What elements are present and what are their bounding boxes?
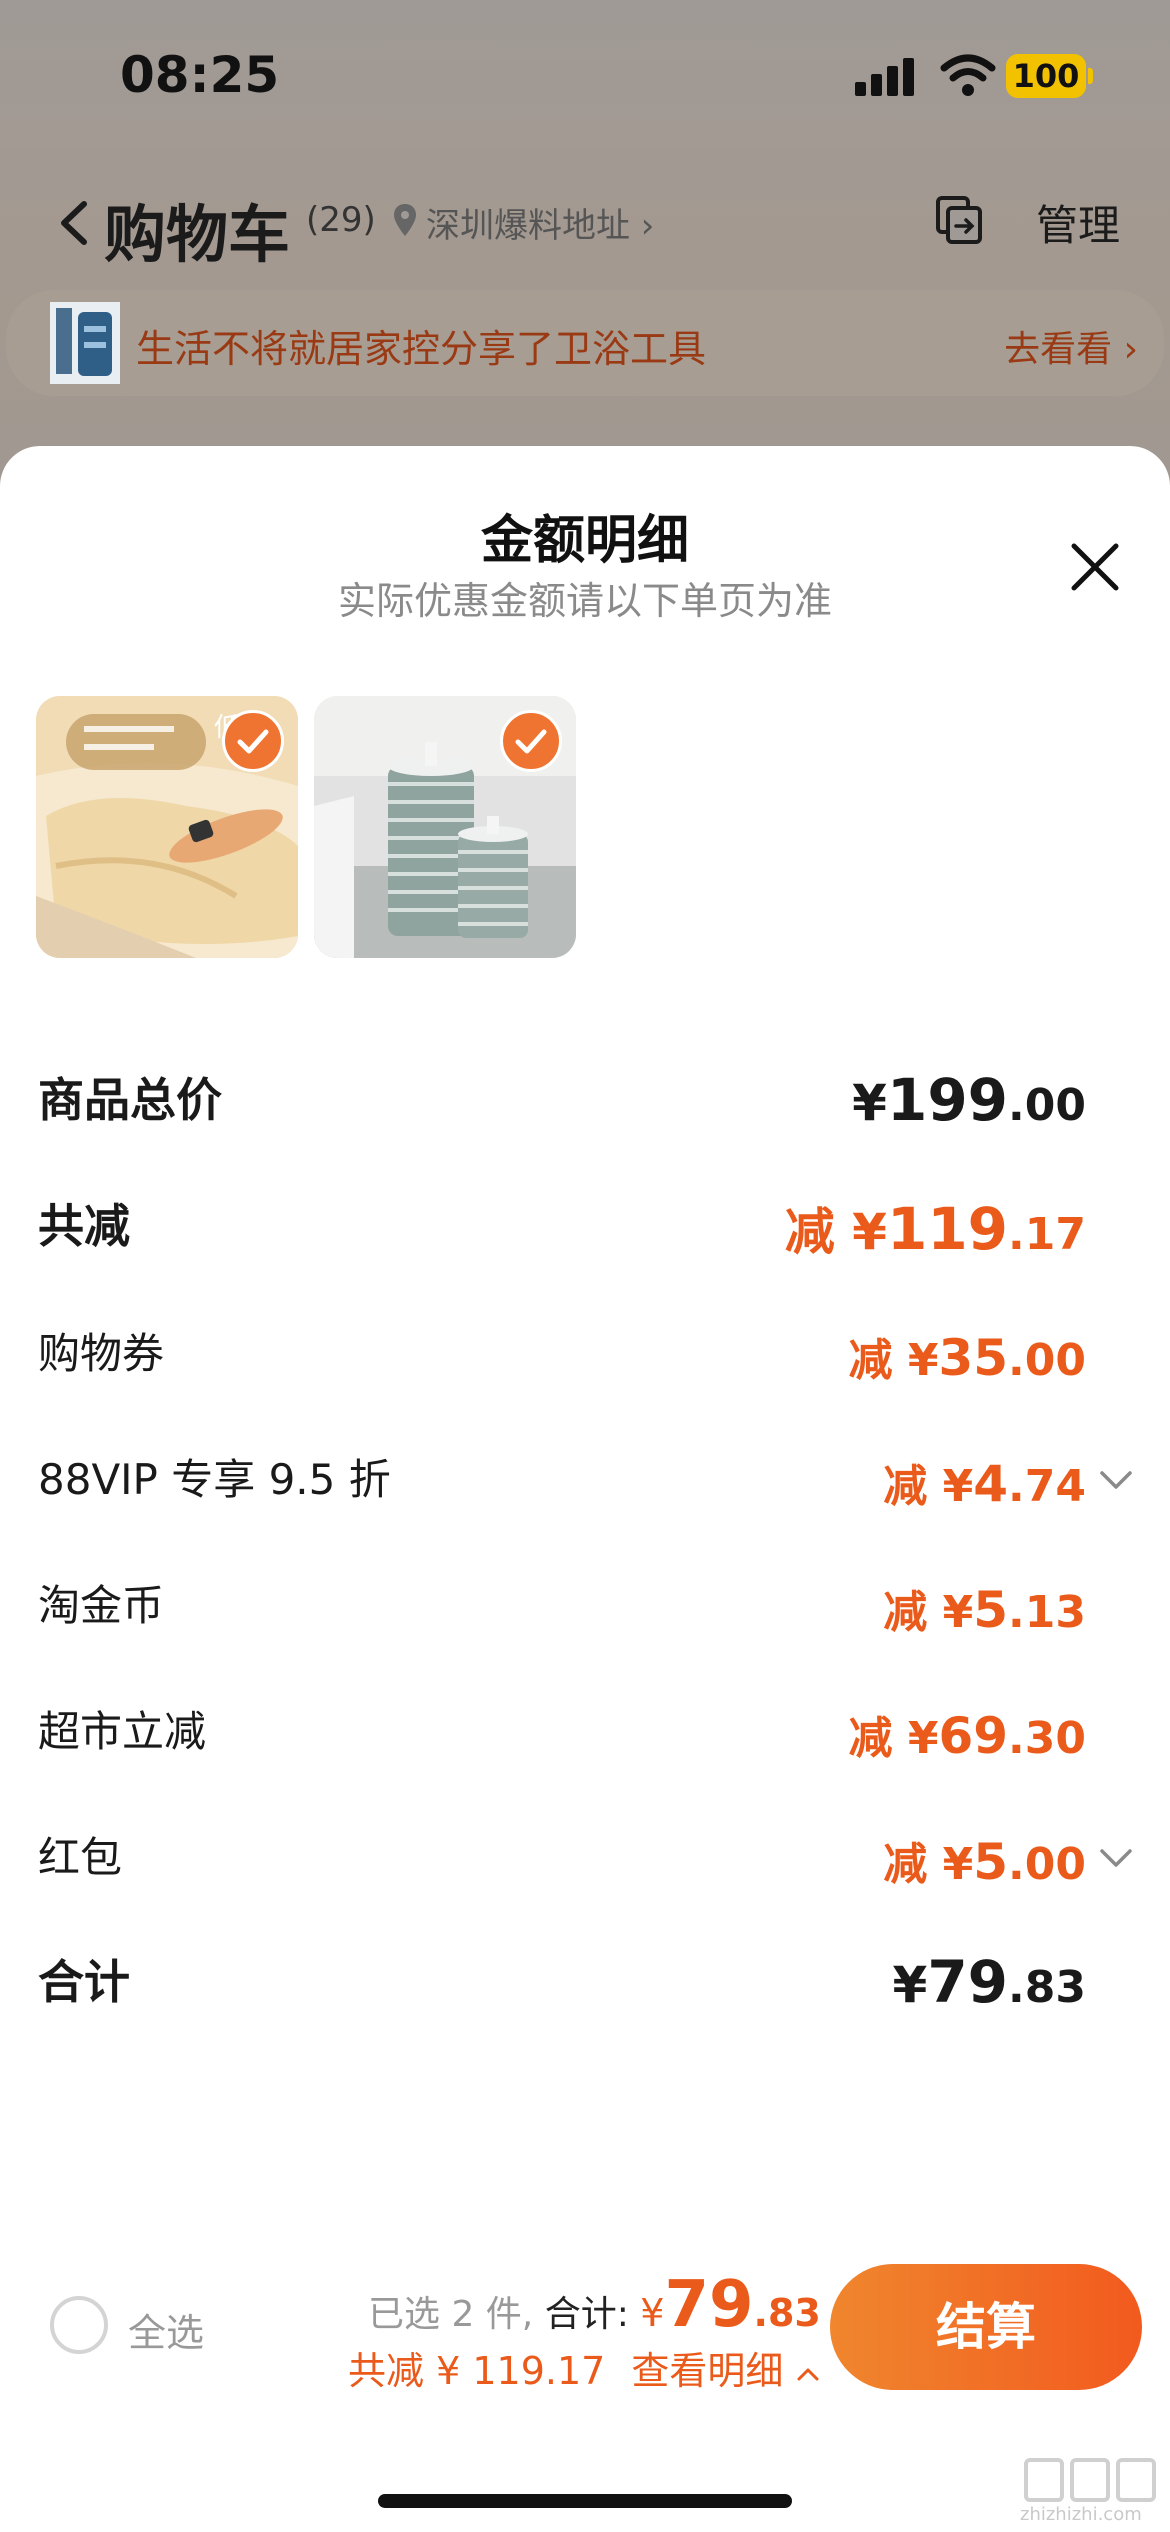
selected-count: 已选 2 件,	[368, 2294, 534, 2335]
row-label: 88VIP 专享 9.5 折	[38, 1455, 391, 1504]
banner-product-image	[50, 302, 120, 384]
sheet-subtitle: 实际优惠金额请以下单页为准	[337, 579, 832, 623]
share-banner[interactable]: 生活不将就居家控分享了卫浴工具 去看看 ›	[6, 290, 1164, 396]
back-icon[interactable]	[56, 198, 92, 248]
manage-button[interactable]: 管理	[1036, 192, 1120, 253]
row-value: ¥79.83	[892, 1948, 1086, 2016]
discount-text: 共减 ¥ 119.17	[348, 2349, 606, 2393]
select-all-radio[interactable]	[50, 2296, 108, 2354]
wifi-icon	[940, 54, 996, 96]
chevron-down-icon[interactable]	[1098, 1468, 1134, 1492]
home-indicator	[378, 2494, 792, 2508]
cart-count: (29)	[306, 200, 376, 240]
copy-cart-icon[interactable]	[934, 194, 986, 246]
total-amount-decimal: .83	[753, 2291, 821, 2335]
selected-check-icon[interactable]	[222, 710, 284, 772]
banner-go-link[interactable]: 去看看 ›	[1004, 320, 1138, 372]
row-label: 商品总价	[38, 1073, 222, 1127]
battery-icon: 100	[1006, 54, 1093, 98]
row-label: 共减	[38, 1199, 130, 1253]
status-bar: 08:25 100	[0, 0, 1170, 150]
checkout-button[interactable]: 结算	[830, 2264, 1142, 2390]
row-label: 合计	[38, 1955, 130, 2009]
total-label: 合计:	[544, 2294, 629, 2335]
amount-detail-sheet: 金额明细 实际优惠金额请以下单页为准 低	[0, 446, 1170, 2532]
row-value: 减 ¥5.00	[883, 1833, 1086, 1891]
sheet-title: 金额明细	[480, 511, 689, 571]
row-label: 淘金币	[38, 1581, 165, 1630]
chevron-up-icon[interactable]	[796, 2366, 820, 2382]
selection-summary: 已选 2 件, 合计: ¥79.83	[368, 2268, 821, 2342]
total-currency: ¥	[640, 2291, 665, 2335]
status-time: 08:25	[120, 46, 280, 104]
row-label: 红包	[38, 1833, 123, 1882]
address-link[interactable]: 深圳爆料地址 ›	[426, 198, 654, 247]
row-value: 减 ¥5.13	[883, 1581, 1086, 1639]
row-value: 减 ¥119.17	[784, 1195, 1086, 1263]
chevron-down-icon[interactable]	[1098, 1846, 1134, 1870]
watermark-text: zhizhizhi.com	[1020, 2504, 1142, 2525]
product-thumbnail-mop-refills[interactable]	[314, 696, 576, 958]
total-amount: 79	[664, 2268, 754, 2342]
page-title: 购物车	[104, 198, 291, 271]
row-label: 超市立减	[38, 1707, 207, 1756]
discount-summary[interactable]: 共减 ¥ 119.17 查看明细	[348, 2340, 820, 2395]
row-value: ¥199.00	[852, 1066, 1086, 1134]
view-detail-link[interactable]: 查看明细	[631, 2349, 783, 2393]
row-value: 减 ¥4.74	[883, 1455, 1086, 1513]
row-value: 减 ¥69.30	[848, 1707, 1087, 1765]
signal-icon	[855, 56, 915, 96]
location-pin-icon	[394, 204, 416, 236]
select-all-label[interactable]: 全选	[128, 2302, 204, 2357]
product-thumbnail-pillow[interactable]: 低	[36, 696, 298, 958]
cart-header: 购物车 (29) 深圳爆料地址 › 管理	[0, 170, 1170, 271]
banner-text: 生活不将就居家控分享了卫浴工具	[136, 327, 707, 371]
row-label: 购物券	[38, 1329, 165, 1378]
selected-check-icon[interactable]	[500, 710, 562, 772]
row-value: 减 ¥35.00	[848, 1329, 1087, 1387]
close-icon[interactable]	[1066, 538, 1124, 596]
